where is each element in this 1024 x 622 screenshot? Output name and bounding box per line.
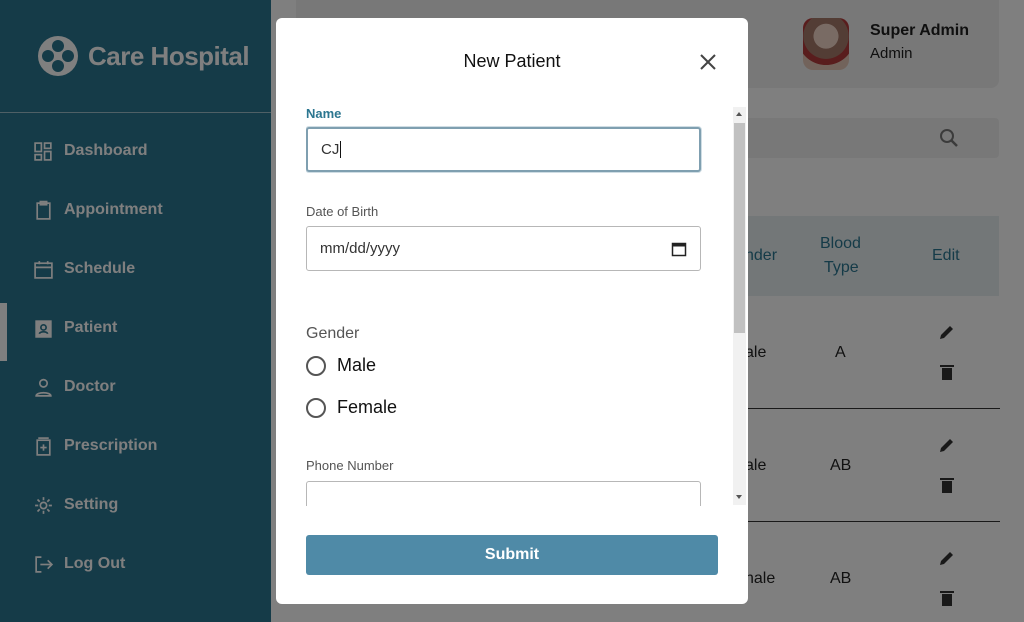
gender-option-male[interactable]: Male (306, 355, 376, 376)
scroll-up-arrow-icon[interactable] (736, 112, 742, 116)
scroll-down-arrow-icon[interactable] (736, 495, 742, 499)
new-patient-modal: New Patient Name CJ Date of Birth mm/dd/… (276, 18, 748, 604)
text-caret (340, 141, 342, 158)
radio-label: Male (337, 355, 377, 375)
phone-label: Phone Number (306, 458, 394, 473)
radio-button[interactable] (306, 355, 326, 376)
scroll-thumb[interactable] (734, 123, 745, 333)
dob-label: Date of Birth (306, 204, 379, 219)
calendar-icon[interactable] (671, 241, 687, 257)
scrollbar[interactable] (733, 107, 746, 505)
gender-option-female[interactable]: Female (306, 397, 397, 418)
dob-field[interactable]: mm/dd/yyyy (306, 226, 701, 271)
radio-label: Female (337, 397, 398, 417)
submit-button[interactable]: Submit (306, 535, 718, 575)
name-value: CJ (321, 141, 340, 158)
gender-label: Gender (306, 325, 360, 342)
name-label: Name (306, 106, 342, 121)
phone-field[interactable] (306, 481, 701, 506)
modal-title: New Patient (463, 51, 561, 71)
radio-button[interactable] (306, 397, 326, 418)
modal-form: Name CJ Date of Birth mm/dd/yyyy Gender … (306, 106, 718, 506)
close-icon[interactable] (697, 51, 719, 73)
dob-placeholder: mm/dd/yyyy (320, 240, 401, 257)
name-field[interactable]: CJ (306, 127, 701, 172)
